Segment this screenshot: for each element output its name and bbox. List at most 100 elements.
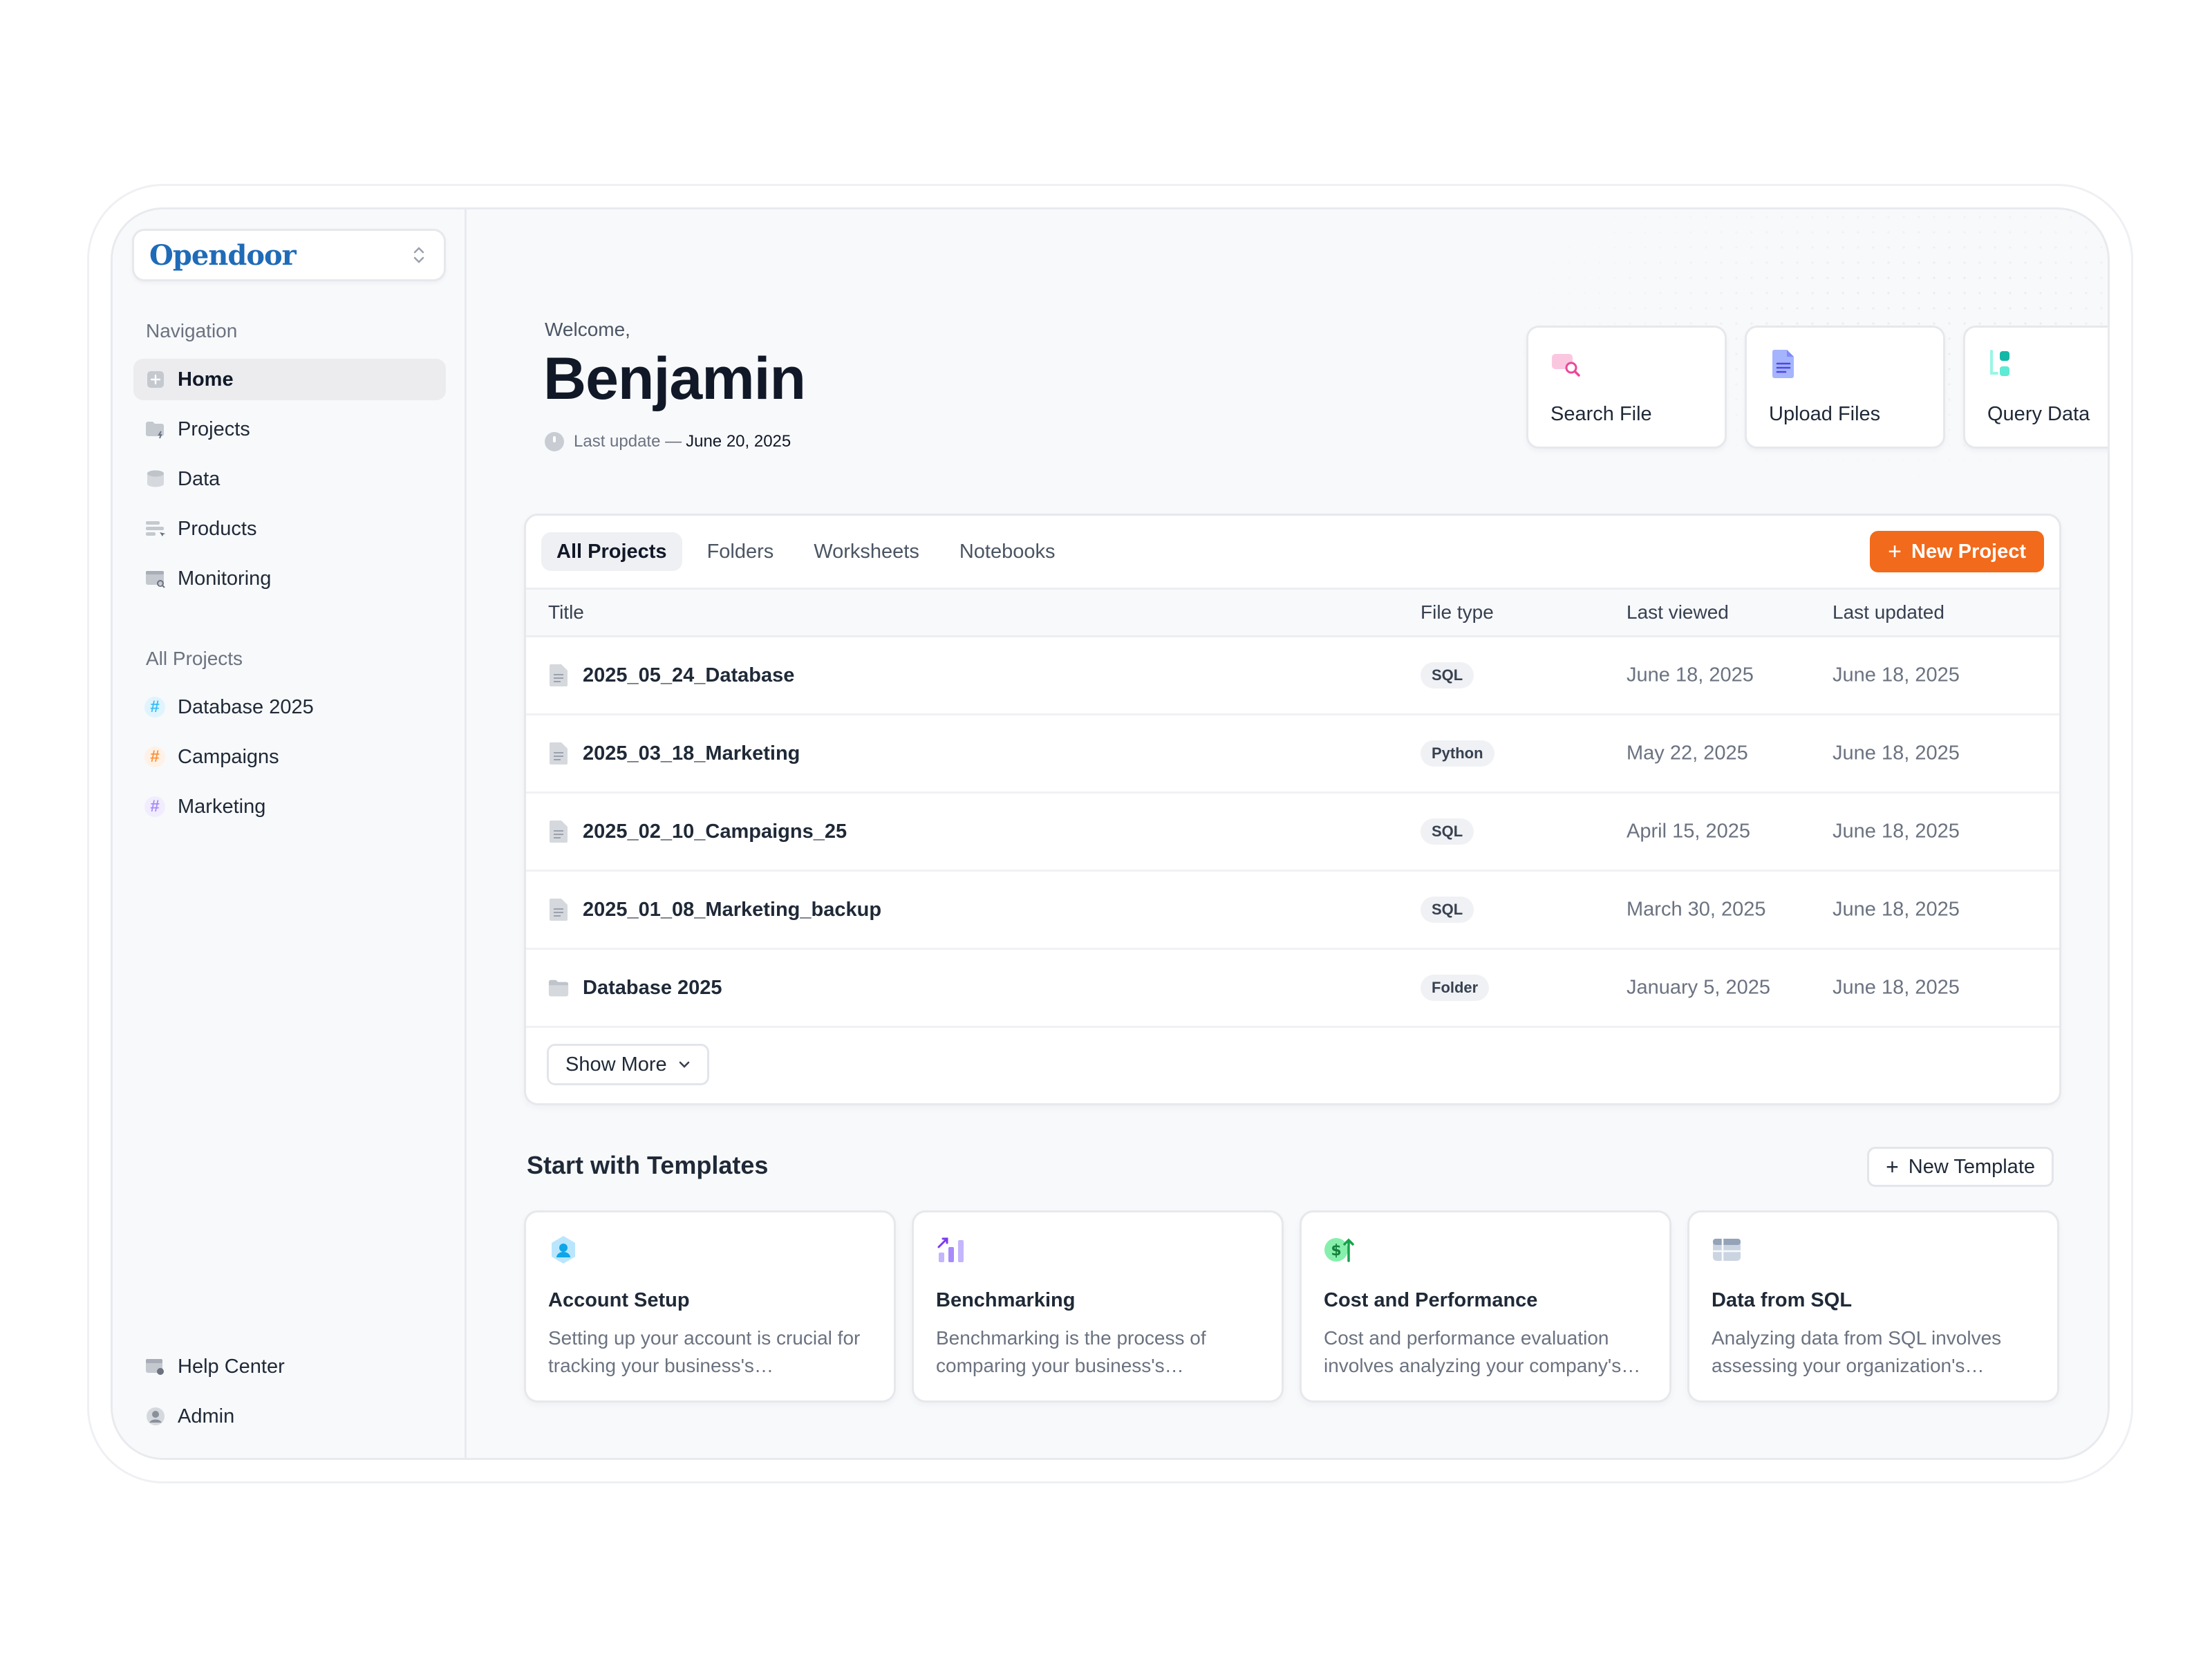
template-card-cost-performance[interactable]: $ Cost and Performance Cost and performa…	[1300, 1210, 1671, 1403]
show-more-button[interactable]: Show More	[547, 1044, 709, 1085]
sidebar-item-data[interactable]: Data	[133, 458, 446, 500]
sidebar-project-campaigns[interactable]: # Campaigns	[133, 736, 446, 778]
hash-icon: #	[144, 796, 165, 817]
last-updated-cell: June 18, 2025	[1833, 976, 1960, 999]
column-header-last-viewed[interactable]: Last viewed	[1627, 601, 1729, 624]
template-card-account-setup[interactable]: Account Setup Setting up your account is…	[524, 1210, 896, 1403]
file-title: Database 2025	[583, 976, 722, 999]
chevron-up-down-icon	[409, 245, 429, 265]
folder-icon	[548, 980, 569, 997]
search-file-icon	[1552, 354, 1580, 377]
file-title-cell[interactable]: 2025_01_08_Marketing_backup	[548, 898, 881, 921]
query-data-button[interactable]: Query Data	[1963, 326, 2108, 449]
column-header-title[interactable]: Title	[548, 601, 584, 624]
plus-icon: +	[1888, 538, 1902, 565]
template-description: Analyzing data from SQL involves assessi…	[1712, 1327, 2002, 1376]
template-card-data-from-sql[interactable]: Data from SQL Analyzing data from SQL in…	[1687, 1210, 2059, 1403]
file-type-badge: SQL	[1421, 897, 1474, 923]
show-more-label: Show More	[565, 1053, 667, 1076]
last-updated-cell: June 18, 2025	[1833, 820, 1960, 843]
table-row[interactable]: 2025_05_24_Database SQL June 18, 2025 Ju…	[526, 637, 2059, 715]
sidebar: Opendoor Navigation Home Projects Data P…	[113, 209, 467, 1458]
document-icon	[550, 899, 568, 921]
file-title: 2025_01_08_Marketing_backup	[583, 898, 882, 921]
help-center-label: Help Center	[178, 1355, 285, 1378]
template-card-benchmarking[interactable]: Benchmarking Benchmarking is the process…	[912, 1210, 1284, 1403]
new-template-label: New Template	[1908, 1155, 2035, 1178]
table-row[interactable]: 2025_03_18_Marketing Python May 22, 2025…	[526, 715, 2059, 794]
last-viewed-cell: March 30, 2025	[1627, 898, 1766, 921]
sidebar-project-database-2025[interactable]: # Database 2025	[133, 686, 446, 728]
projects-panel: All Projects Folders Worksheets Notebook…	[524, 514, 2061, 1105]
search-file-button[interactable]: Search File	[1526, 326, 1727, 449]
new-project-button[interactable]: + New Project	[1870, 531, 2044, 572]
folder-icon	[144, 418, 167, 440]
templates-heading: Start with Templates	[527, 1151, 769, 1179]
hash-icon: #	[144, 697, 165, 718]
column-header-last-updated[interactable]: Last updated	[1833, 601, 1944, 624]
user-avatar-icon	[144, 1405, 167, 1427]
table-row[interactable]: 2025_02_10_Campaigns_25 SQL April 15, 20…	[526, 794, 2059, 872]
clock-icon	[545, 432, 564, 451]
tab-notebooks[interactable]: Notebooks	[944, 532, 1071, 571]
sidebar-project-marketing[interactable]: # Marketing	[133, 786, 446, 827]
welcome-text: Welcome,	[545, 319, 630, 340]
file-title-cell[interactable]: 2025_05_24_Database	[548, 664, 794, 687]
table-row[interactable]: 2025_01_08_Marketing_backup SQL March 30…	[526, 872, 2059, 950]
last-updated-cell: June 18, 2025	[1833, 742, 1960, 765]
plus-icon: +	[1886, 1154, 1899, 1179]
navigation-label: Navigation	[146, 320, 238, 341]
user-name-heading: Benjamin	[543, 346, 806, 412]
sidebar-item-label: Products	[178, 517, 257, 540]
last-viewed-cell: January 5, 2025	[1627, 976, 1770, 999]
sidebar-item-label: Data	[178, 467, 221, 490]
benchmarking-icon	[937, 1237, 964, 1262]
last-update-date: June 20, 2025	[686, 432, 791, 451]
table-row[interactable]: Database 2025 Folder January 5, 2025 Jun…	[526, 950, 2059, 1028]
cost-performance-icon: $	[1324, 1238, 1354, 1262]
sidebar-item-home[interactable]: Home	[133, 359, 446, 400]
brand-logo: Opendoor	[149, 238, 297, 272]
file-type-badge: Folder	[1421, 975, 1490, 1001]
file-type-badge: Python	[1421, 740, 1494, 767]
tab-worksheets[interactable]: Worksheets	[798, 532, 935, 571]
monitoring-icon	[144, 568, 167, 590]
upload-files-button[interactable]: Upload Files	[1745, 326, 1945, 449]
column-header-file-type[interactable]: File type	[1421, 601, 1494, 624]
table-header: Title File type Last viewed Last updated	[526, 588, 2059, 637]
svg-text:$: $	[1331, 1242, 1341, 1259]
sidebar-item-label: Monitoring	[178, 567, 272, 590]
last-viewed-cell: June 18, 2025	[1627, 664, 1754, 686]
all-projects-label: All Projects	[146, 648, 243, 669]
sql-table-icon	[1713, 1239, 1741, 1261]
last-updated-cell: June 18, 2025	[1833, 898, 1960, 921]
admin-label: Admin	[178, 1405, 235, 1427]
file-type-badge: SQL	[1421, 818, 1474, 845]
app-window: Opendoor Navigation Home Projects Data P…	[111, 207, 2110, 1460]
template-description: Cost and performance evaluation involves…	[1324, 1327, 1622, 1376]
file-title-cell[interactable]: 2025_03_18_Marketing	[548, 742, 800, 765]
sidebar-item-products[interactable]: Products	[133, 508, 446, 550]
sidebar-item-monitoring[interactable]: Monitoring	[133, 558, 446, 599]
admin-link[interactable]: Admin	[144, 1396, 234, 1437]
products-icon	[144, 518, 167, 540]
last-viewed-cell: May 22, 2025	[1627, 742, 1748, 765]
home-icon	[144, 368, 167, 391]
sidebar-item-projects[interactable]: Projects	[133, 409, 446, 450]
file-title-cell[interactable]: 2025_02_10_Campaigns_25	[548, 820, 847, 843]
tab-folders[interactable]: Folders	[692, 532, 789, 571]
file-title-cell[interactable]: Database 2025	[548, 976, 722, 1000]
sidebar-item-label: Home	[178, 368, 234, 391]
sidebar-item-label: Campaigns	[178, 745, 279, 768]
template-title: Benchmarking	[936, 1289, 1076, 1311]
help-center-link[interactable]: Help Center	[144, 1346, 285, 1387]
template-description: Benchmarking is the process of comparing…	[936, 1327, 1206, 1376]
workspace-switcher[interactable]: Opendoor	[132, 229, 446, 281]
main-content: Welcome, Benjamin Last update — June 20,…	[469, 209, 2108, 1458]
file-title: 2025_03_18_Marketing	[583, 742, 800, 765]
tab-all-projects[interactable]: All Projects	[541, 532, 682, 571]
sidebar-item-label: Marketing	[178, 795, 266, 818]
new-template-button[interactable]: + New Template	[1867, 1147, 2054, 1187]
file-title: 2025_02_10_Campaigns_25	[583, 820, 847, 843]
template-title: Cost and Performance	[1324, 1289, 1538, 1311]
